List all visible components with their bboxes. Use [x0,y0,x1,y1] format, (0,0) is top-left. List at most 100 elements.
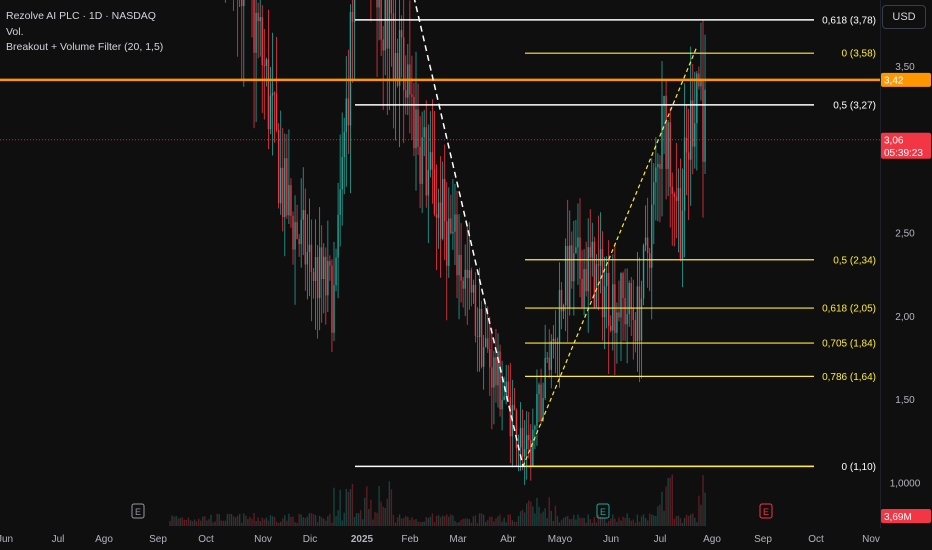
volume-bar [374,512,376,526]
candle [624,298,626,325]
volume-bar [622,516,624,526]
volume-bar [280,521,282,526]
candle [386,0,388,49]
breakout-price-tag: 3,42 [884,75,904,86]
candle [390,0,393,14]
candle [435,214,438,218]
candle [331,265,333,333]
candle [618,312,620,318]
candle [329,261,331,266]
candle [255,12,257,53]
symbol-title[interactable]: Rezolve AI PLC · 1D · NASDAQ [6,9,163,25]
volume-bar [601,517,604,526]
volume-bar [355,513,358,526]
volume-bar [382,506,384,526]
candle [519,427,522,448]
volume-legend[interactable]: Vol. [6,25,163,41]
volume-bar [489,516,491,526]
candle [501,399,503,410]
candle [415,109,417,149]
volume-bar [380,501,382,526]
candle [702,79,704,162]
candle [526,435,528,450]
candle [528,435,530,441]
volume-bar [265,517,268,526]
volume-bar [341,520,343,526]
candle [388,0,391,49]
candle [474,284,477,336]
volume-bar [491,516,493,526]
volume-bar [331,522,333,526]
volume-bar [499,514,501,526]
candle [683,137,686,211]
volume-bar [579,517,581,526]
candle [286,158,288,216]
volume-bar [308,513,311,526]
volume-bar [704,492,706,526]
candle [521,427,524,457]
price-chart[interactable]: 1 (5,44)0,786 (4,51)0,705 (4,16)0,618 (3… [0,0,932,550]
candle [400,30,403,38]
volume-bar [198,518,200,526]
candle [569,245,571,309]
candle [489,349,491,368]
candle [349,11,352,126]
candle [448,218,450,266]
volume-bar [368,508,370,526]
volume-bar [571,518,573,526]
candle [452,231,454,234]
volume-bar [564,516,567,526]
candle [651,204,653,268]
volume-bar [505,522,507,526]
volume-bar [511,520,514,526]
candle [433,169,436,215]
candle [552,338,555,342]
volume-bar [292,516,294,526]
volume-bar [234,517,237,526]
volume-bar [171,515,173,526]
volume-bar [544,508,546,526]
volume-bar [628,517,630,526]
volume-bar [558,522,561,526]
candle [327,261,329,296]
volume-bar [220,520,222,526]
candle [269,95,272,130]
volume-bar [415,519,417,526]
candle [605,272,608,287]
candle [564,246,567,306]
candle [263,64,265,66]
y-tick-label: 1,50 [895,395,915,406]
currency-button[interactable]: USD [882,5,926,29]
volume-bar [530,501,532,526]
earnings-marker-label: E [600,507,606,517]
volume-bar [636,514,639,526]
volume-bar [513,521,516,526]
fib-level-label: 0,5 (3,27) [833,100,876,111]
x-tick-label: Jul [654,534,667,545]
candle [306,252,309,265]
volume-bar [603,517,606,526]
volume-bar [333,487,335,526]
volume-bar [460,519,462,526]
volume-bar [649,513,651,526]
candle [536,393,538,426]
volume-bar [290,516,292,526]
volume-bar [482,514,485,526]
indicator-legend[interactable]: Breakout + Volume Filter (20, 1,5) [6,40,163,56]
volume-bar [364,497,366,526]
volume-bar [343,512,345,526]
volume-bar [189,520,192,526]
candle [273,93,276,95]
candle [630,282,632,309]
candle [243,0,245,7]
candle [450,218,452,234]
volume-bar [608,520,610,526]
volume-bar [679,518,682,526]
volume-bar [575,519,577,526]
volume-tag: 3,69M [884,512,912,523]
volume-bar [312,514,315,526]
candle [544,358,546,399]
volume-bar [681,522,684,526]
fib-level-label: 0 (3,58) [842,49,876,60]
volume-bar [546,518,548,526]
